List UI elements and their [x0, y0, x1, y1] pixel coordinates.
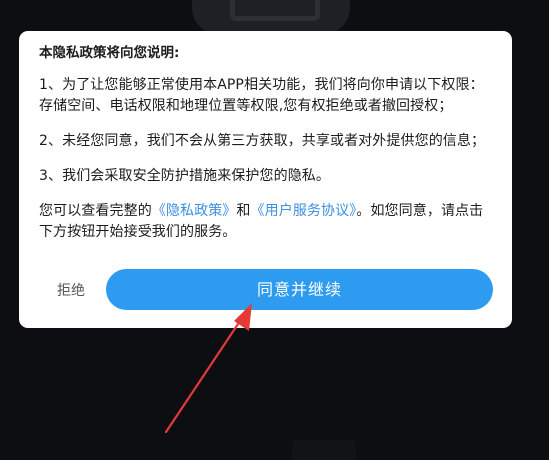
notice-prefix: 您可以查看完整的: [39, 203, 152, 219]
user-agreement-link[interactable]: 《用户服务协议》: [251, 203, 357, 219]
screen: 本隐私政策将向您说明: 1、为了让您能够正常使用本APP相关功能，我们将向你申请…: [0, 0, 549, 460]
background-element: [292, 440, 356, 460]
privacy-policy-link[interactable]: 《隐私政策》: [152, 203, 237, 219]
privacy-dialog: 本隐私政策将向您说明: 1、为了让您能够正常使用本APP相关功能，我们将向你申请…: [19, 31, 512, 328]
app-logo-glyph: [230, 0, 320, 21]
background-app-icon: [192, 0, 350, 34]
dialog-actions: 拒绝 同意并继续: [19, 269, 512, 311]
arrow-shaft: [164, 316, 244, 434]
agree-continue-button[interactable]: 同意并继续: [106, 269, 493, 310]
permission-item-1: 1、为了让您能够正常使用本APP相关功能，我们将向你申请以下权限：存储空间、电话…: [39, 77, 484, 114]
dialog-title: 本隐私政策将向您说明:: [39, 45, 180, 61]
permission-item-2: 2、未经您同意，我们不会从第三方获取，共享或者对外提供您的信息；: [39, 133, 486, 149]
permission-item-3: 3、我们会采取安全防护措施来保护您的隐私。: [39, 168, 331, 184]
consent-notice: 您可以查看完整的《隐私政策》和《用户服务协议》。如您同意，请点击下方按钮开始接受…: [39, 201, 494, 243]
reject-button[interactable]: 拒绝: [57, 280, 85, 300]
notice-and: 和: [236, 203, 251, 219]
